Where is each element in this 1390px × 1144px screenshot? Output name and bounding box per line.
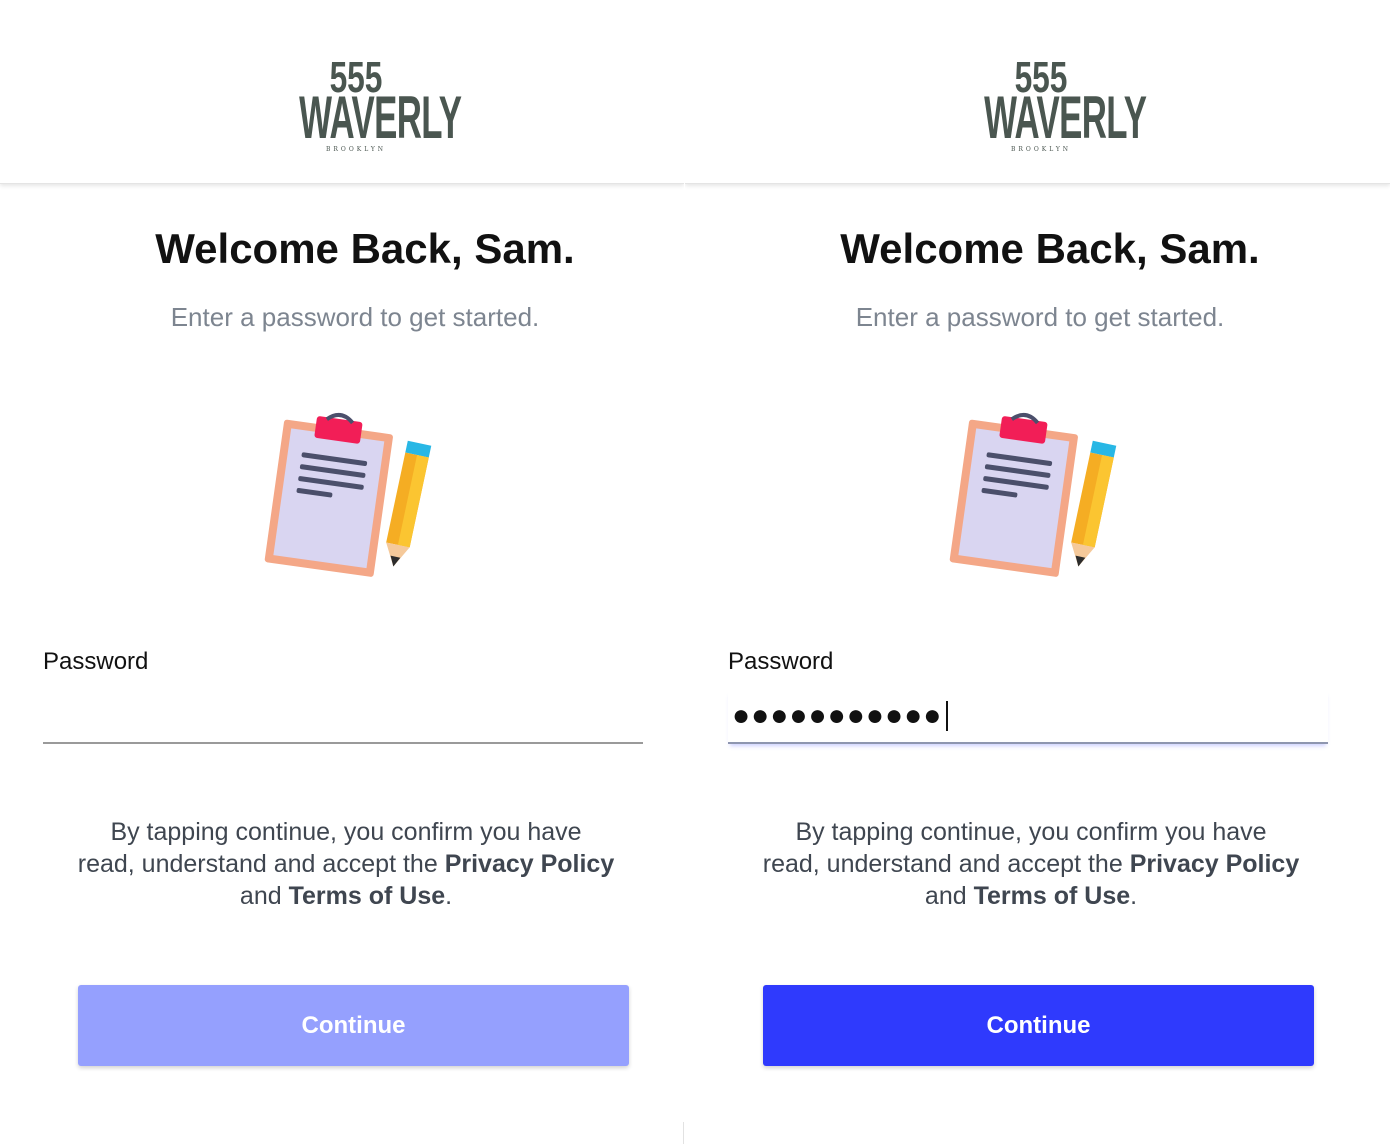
password-input[interactable] [43,690,643,744]
continue-button-label: Continue [986,1011,1091,1039]
brand-logo: 555 WAVERLY BROOKLYN [268,56,462,158]
app-header: 555 WAVERLY BROOKLYN [685,0,1390,184]
page-title: Welcome Back, Sam. [155,225,575,272]
terms-line-3: and [924,882,974,910]
clipboard-pencil-icon [949,413,1117,577]
clipboard-pencil-icon [264,413,432,577]
continue-button-label: Continue [301,1011,406,1039]
terms-period: . [1130,882,1138,910]
password-label: Password [728,648,834,675]
privacy-policy-link[interactable]: Privacy Policy [1130,850,1300,878]
page-subtitle: Enter a password to get started. [855,302,1225,332]
text-caret [946,701,949,731]
page-subtitle: Enter a password to get started. [170,302,540,332]
terms-of-use-link[interactable]: Terms of Use [974,882,1131,910]
logo-subtitle: BROOKLYN [325,146,387,153]
continue-button[interactable]: Continue [78,985,629,1066]
logo-subtitle: BROOKLYN [1010,146,1072,153]
page-title: Welcome Back, Sam. [840,225,1260,272]
continue-button[interactable]: Continue [763,985,1314,1066]
privacy-policy-link[interactable]: Privacy Policy [445,850,615,878]
password-value: ●●●●●●●●●●● [732,699,943,732]
login-screen-empty: 555 WAVERLY BROOKLYN Welcome Back, Sam. … [0,0,684,1144]
terms-text: By tapping continue, you confirm you hav… [725,816,1337,912]
terms-text: By tapping continue, you confirm you hav… [40,816,652,912]
terms-of-use-link[interactable]: Terms of Use [289,882,446,910]
login-screen-filled: 555 WAVERLY BROOKLYN Welcome Back, Sam. … [685,0,1390,1144]
terms-period: . [445,882,453,910]
brand-logo: 555 WAVERLY BROOKLYN [953,56,1147,158]
terms-line-3: and [239,882,289,910]
app-header: 555 WAVERLY BROOKLYN [0,0,684,184]
terms-line-1: By tapping continue, you confirm you hav… [110,818,582,846]
logo-name: WAVERLY [299,84,462,151]
logo-name: WAVERLY [984,84,1147,151]
terms-line-2: read, understand and accept the [77,850,445,878]
terms-line-1: By tapping continue, you confirm you hav… [795,818,1267,846]
terms-line-2: read, understand and accept the [762,850,1130,878]
password-label: Password [43,648,149,675]
password-input[interactable]: ●●●●●●●●●●● [728,690,1328,744]
